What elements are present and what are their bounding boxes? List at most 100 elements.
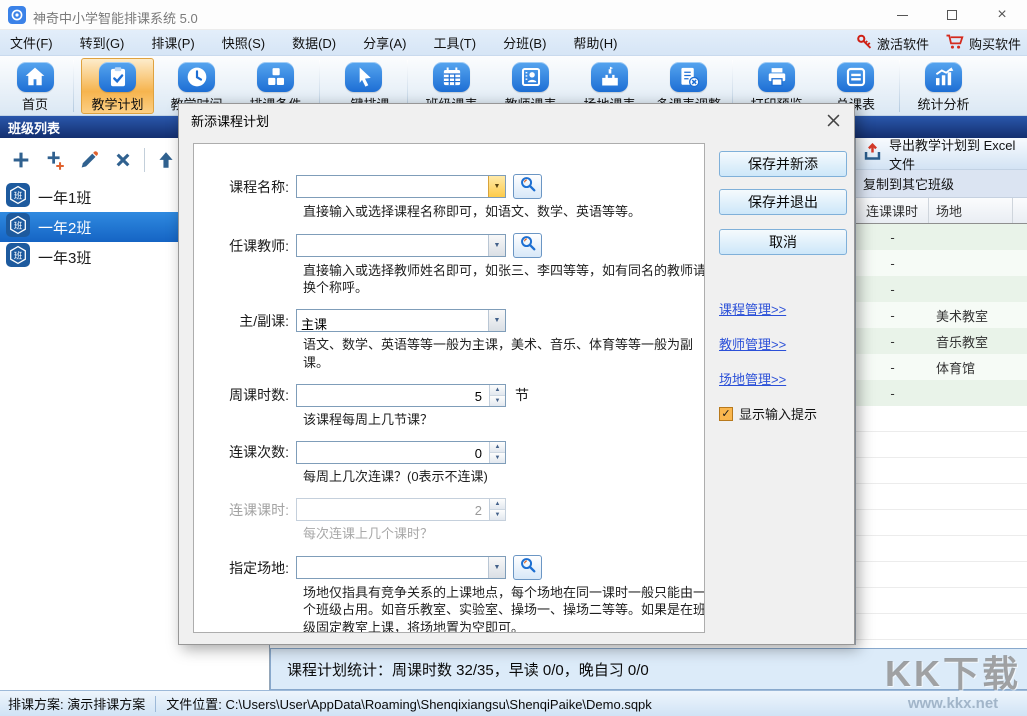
cancel-button[interactable]: 取消 bbox=[719, 229, 847, 255]
svg-text:班: 班 bbox=[14, 250, 23, 260]
plan-table-header: 连课课时 场地 bbox=[856, 198, 1027, 224]
course-name-label: 课程名称: bbox=[194, 177, 296, 197]
plan-table-empty-row bbox=[856, 458, 1027, 484]
consecutive-hours-spin-buttons[interactable]: ▲▼ bbox=[489, 499, 505, 520]
export-to-excel-button[interactable]: 导出教学计划到 Excel 文件 bbox=[856, 138, 1027, 170]
course-management-link[interactable]: 课程管理>> bbox=[719, 299, 847, 318]
plan-table-empty-row bbox=[856, 614, 1027, 640]
show-input-hints-row: ✓ 显示输入提示 bbox=[719, 404, 847, 423]
main-sub-hint: 语文、数学、英语等等一般为主课，美术、音乐、体育等等一般为副课。 bbox=[303, 336, 705, 370]
consecutive-hours-hint: 每次连课上几个课时？ bbox=[303, 525, 705, 542]
class-badge-icon: 班 bbox=[6, 213, 30, 241]
plan-table-row[interactable]: - 音乐教室 bbox=[856, 328, 1027, 354]
plan-table-empty-row bbox=[856, 588, 1027, 614]
toolbar-item-chart[interactable]: 统计分析 bbox=[907, 58, 980, 114]
chart-icon bbox=[925, 62, 962, 92]
tools-separator bbox=[144, 148, 145, 172]
course-name-search-button[interactable] bbox=[513, 174, 542, 199]
plan-table-row[interactable]: - 美术教室 bbox=[856, 302, 1027, 328]
doc-x-icon bbox=[670, 62, 707, 92]
menu-item-0[interactable]: 文件(F) bbox=[10, 33, 53, 52]
plan-table-empty-row bbox=[856, 432, 1027, 458]
plan-table-row[interactable]: - bbox=[856, 250, 1027, 276]
toolbar-separator bbox=[73, 60, 74, 112]
weekly-hours-spinner[interactable]: 5 ▲▼ bbox=[296, 384, 506, 407]
plan-statistics-text: 课程计划统计：周课时数 32/35，早读 0/0，晚自习 0/0 bbox=[287, 659, 649, 680]
dialog-form-panel: 课程名称: ▼ 直接输入或选择课程名称即可，如语文、数学、英语等等。 任课教师:… bbox=[193, 143, 705, 633]
class-add-multi-button[interactable] bbox=[42, 147, 68, 173]
dialog-title: 新添课程计划 bbox=[191, 111, 269, 130]
venue-search-button[interactable] bbox=[513, 555, 542, 580]
magnifier-icon bbox=[519, 175, 537, 198]
teacher-combo[interactable]: ▼ bbox=[296, 234, 506, 257]
teacher-dropdown-arrow-icon[interactable]: ▼ bbox=[488, 235, 505, 256]
teacher-field-row: 任课教师: ▼ bbox=[194, 233, 704, 258]
titlebar: 神奇中小学智能排课系统 5.0 × bbox=[0, 0, 1027, 30]
teacher-management-link[interactable]: 教师管理>> bbox=[719, 334, 847, 353]
class-delete-button[interactable] bbox=[110, 147, 136, 173]
consecutive-times-spinner[interactable]: 0 ▲▼ bbox=[296, 441, 506, 464]
clipboard-icon bbox=[99, 62, 136, 92]
main-sub-combo[interactable]: 主课 ▼ bbox=[296, 309, 506, 332]
venue-combo[interactable]: ▼ bbox=[296, 556, 506, 579]
main-sub-dropdown-arrow-icon[interactable]: ▼ bbox=[488, 310, 505, 331]
menu-item-4[interactable]: 数据(D) bbox=[292, 33, 336, 52]
clock-icon bbox=[178, 62, 215, 92]
activate-software-button[interactable]: 激活软件 bbox=[856, 33, 929, 53]
save-and-exit-button[interactable]: 保存并退出 bbox=[719, 189, 847, 215]
plan-table-row[interactable]: - bbox=[856, 276, 1027, 302]
copy-to-other-classes-row[interactable]: 复制到其它班级 bbox=[856, 170, 1027, 198]
save-and-add-button[interactable]: 保存并新添 bbox=[719, 151, 847, 177]
consecutive-hours-label: 连课课时: bbox=[194, 500, 296, 520]
maximize-button[interactable] bbox=[927, 0, 977, 30]
toolbar-item-clipboard[interactable]: 教学计划 bbox=[81, 58, 154, 114]
cubes-icon bbox=[257, 62, 294, 92]
class-add-button[interactable] bbox=[8, 147, 34, 173]
menu-item-1[interactable]: 转到(G) bbox=[80, 33, 125, 52]
add-course-plan-dialog: 新添课程计划 课程名称: ▼ 直接输入或选择课程名称即可，如语文、数学、英语等等… bbox=[178, 103, 855, 645]
plan-table-empty-row bbox=[856, 536, 1027, 562]
menu-item-6[interactable]: 工具(T) bbox=[433, 33, 476, 52]
venue-dropdown-arrow-icon[interactable]: ▼ bbox=[488, 557, 505, 578]
id-card-icon bbox=[512, 62, 549, 92]
course-name-field-row: 课程名称: ▼ bbox=[194, 174, 704, 199]
app-window: 神奇中小学智能排课系统 5.0 × 文件(F) 转到(G) 排课(P) 快照(S) 数据… bbox=[0, 0, 1027, 716]
course-name-dropdown-arrow-icon[interactable]: ▼ bbox=[488, 176, 505, 197]
toolbar-separator bbox=[899, 60, 900, 112]
class-up-button[interactable] bbox=[153, 147, 179, 173]
consecutive-hours-field-row: 连课课时: 2 ▲▼ bbox=[194, 498, 704, 521]
home-icon bbox=[17, 62, 54, 92]
key-icon bbox=[856, 33, 873, 53]
venue-field-row: 指定场地: ▼ bbox=[194, 555, 704, 580]
menu-item-8[interactable]: 帮助(H) bbox=[573, 33, 617, 52]
purchase-software-button[interactable]: 购买软件 bbox=[945, 33, 1021, 53]
consecutive-times-spin-buttons[interactable]: ▲▼ bbox=[489, 442, 505, 463]
calendar-grid-icon bbox=[433, 62, 470, 92]
column-consecutive-hours[interactable]: 连课课时 bbox=[856, 198, 929, 223]
show-input-hints-checkbox[interactable]: ✓ bbox=[719, 407, 733, 421]
toolbar-item-home[interactable]: 首页 bbox=[4, 58, 66, 114]
close-button[interactable]: × bbox=[977, 0, 1027, 30]
column-venue[interactable]: 场地 bbox=[929, 198, 1013, 223]
consecutive-times-field-row: 连课次数: 0 ▲▼ bbox=[194, 441, 704, 464]
menu-item-5[interactable]: 分享(A) bbox=[363, 33, 406, 52]
consecutive-hours-spinner[interactable]: 2 ▲▼ bbox=[296, 498, 506, 521]
menu-item-7[interactable]: 分班(B) bbox=[503, 33, 546, 52]
menu-item-2[interactable]: 排课(P) bbox=[151, 33, 194, 52]
plan-statistics-bar: 课程计划统计：周课时数 32/35，早读 0/0，晚自习 0/0 bbox=[270, 648, 1027, 690]
course-name-combo[interactable]: ▼ bbox=[296, 175, 506, 198]
plan-table-row[interactable]: - bbox=[856, 224, 1027, 250]
minimize-button[interactable] bbox=[877, 0, 927, 30]
plan-table-row[interactable]: - 体育馆 bbox=[856, 354, 1027, 380]
venue-management-link[interactable]: 场地管理>> bbox=[719, 369, 847, 388]
consecutive-times-label: 连课次数: bbox=[194, 442, 296, 462]
menu-item-3[interactable]: 快照(S) bbox=[222, 33, 265, 52]
class-badge-icon: 班 bbox=[6, 183, 30, 211]
dialog-close-icon[interactable] bbox=[821, 109, 845, 131]
teacher-search-button[interactable] bbox=[513, 233, 542, 258]
weekly-hours-label: 周课时数: bbox=[194, 385, 296, 405]
app-logo-icon bbox=[8, 6, 26, 24]
plan-table-row[interactable]: - bbox=[856, 380, 1027, 406]
class-edit-button[interactable] bbox=[76, 147, 102, 173]
weekly-hours-spin-buttons[interactable]: ▲▼ bbox=[489, 385, 505, 406]
